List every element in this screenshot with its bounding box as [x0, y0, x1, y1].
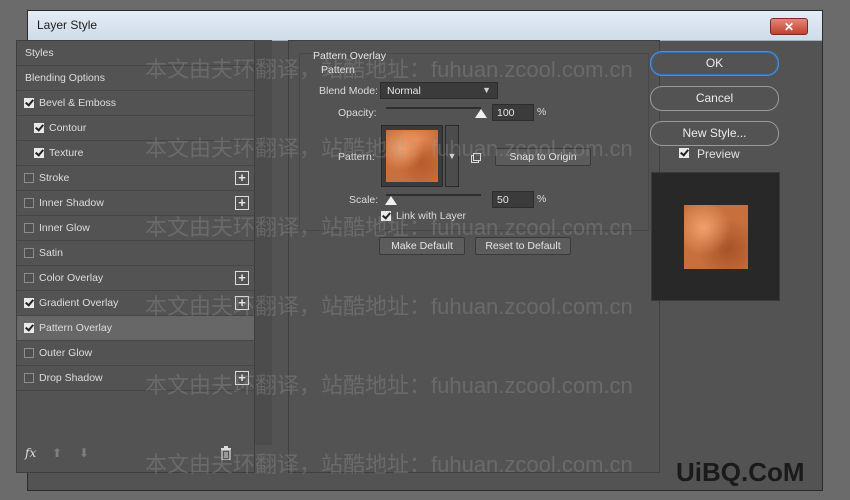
pattern-thumbnail	[386, 130, 438, 182]
preview-sample	[684, 205, 748, 269]
site-logo: UiBQ.CoM	[676, 457, 805, 487]
add-effect-icon[interactable]: +	[235, 171, 249, 185]
style-item[interactable]: Satin	[17, 241, 254, 266]
styles-scrollbar[interactable]	[255, 40, 272, 445]
scale-label: Scale:	[349, 194, 379, 206]
make-default-button[interactable]: Make Default	[379, 237, 465, 255]
style-item-label: Texture	[49, 147, 84, 159]
ok-button[interactable]: OK	[650, 51, 779, 76]
pattern-overlay-panel: Pattern Overlay Pattern Blend Mode: Norm…	[288, 40, 660, 473]
style-checkbox[interactable]	[24, 223, 34, 233]
style-item[interactable]: Contour	[17, 116, 254, 141]
style-item[interactable]: Bevel & Emboss	[17, 91, 254, 116]
style-item[interactable]: Inner Shadow +	[17, 191, 254, 216]
arrow-up-icon[interactable]: ⬆	[52, 446, 62, 460]
style-item-label: Blending Options	[25, 72, 105, 84]
style-item[interactable]: Pattern Overlay	[17, 316, 254, 341]
section-title: Pattern Overlay	[313, 50, 386, 62]
snap-to-origin-button[interactable]: Snap to Origin	[495, 148, 591, 166]
style-checkbox[interactable]	[34, 148, 44, 158]
new-preset-icon[interactable]	[471, 153, 481, 163]
preview-label: Preview	[697, 147, 740, 161]
scale-slider-thumb[interactable]	[384, 196, 397, 205]
style-checkbox[interactable]	[24, 98, 34, 108]
scale-percent: %	[537, 193, 547, 205]
scale-slider[interactable]	[386, 194, 481, 196]
style-checkbox[interactable]	[24, 348, 34, 358]
trash-icon[interactable]	[220, 446, 232, 460]
style-checkbox[interactable]	[24, 198, 34, 208]
style-item[interactable]: Gradient Overlay +	[17, 291, 254, 316]
style-item-label: Outer Glow	[39, 347, 93, 359]
link-with-layer-label: Link with Layer	[396, 210, 467, 222]
style-item-label: Styles	[25, 47, 54, 59]
blend-mode-select[interactable]: Normal ▼	[380, 82, 498, 99]
pattern-swatch[interactable]	[381, 125, 443, 187]
style-checkbox[interactable]	[24, 298, 34, 308]
style-checkbox[interactable]	[24, 248, 34, 258]
style-item[interactable]: Styles	[17, 41, 254, 66]
reset-to-default-button[interactable]: Reset to Default	[475, 237, 571, 255]
new-style-button[interactable]: New Style...	[650, 121, 779, 146]
style-item-label: Color Overlay	[39, 272, 104, 284]
styles-list-panel: Styles Blending Options Bevel & Emboss Cont…	[16, 40, 255, 473]
style-checkbox[interactable]	[24, 373, 34, 383]
preview-checkbox[interactable]	[679, 148, 689, 158]
style-item[interactable]: Inner Glow	[17, 216, 254, 241]
scale-input[interactable]: 50	[492, 191, 534, 208]
styles-list: Styles Blending Options Bevel & Emboss Cont…	[17, 41, 254, 391]
pattern-picker-chevron-icon[interactable]: ▼	[445, 125, 459, 187]
link-with-layer-checkbox[interactable]	[381, 211, 391, 221]
opacity-slider[interactable]	[386, 107, 481, 109]
chevron-down-icon: ▼	[482, 85, 491, 95]
opacity-percent: %	[537, 106, 547, 118]
add-effect-icon[interactable]: +	[235, 271, 249, 285]
style-item-label: Pattern Overlay	[39, 322, 112, 334]
style-item[interactable]: Stroke +	[17, 166, 254, 191]
style-item[interactable]: Drop Shadow +	[17, 366, 254, 391]
style-item-label: Satin	[39, 247, 63, 259]
dialog-title: Layer Style	[37, 18, 98, 32]
blend-mode-value: Normal	[387, 85, 421, 97]
style-checkbox[interactable]	[24, 273, 34, 283]
opacity-input[interactable]: 100	[492, 104, 534, 121]
style-checkbox[interactable]	[24, 173, 34, 183]
opacity-slider-thumb[interactable]	[475, 109, 487, 118]
blend-mode-label: Blend Mode:	[319, 85, 378, 97]
style-item-label: Inner Shadow	[39, 197, 104, 209]
section-subtitle: Pattern	[321, 64, 355, 76]
style-item-label: Stroke	[39, 172, 70, 184]
add-effect-icon[interactable]: +	[235, 296, 249, 310]
style-checkbox[interactable]	[24, 323, 34, 333]
style-item-label: Contour	[49, 122, 87, 134]
style-checkbox[interactable]	[34, 123, 44, 133]
fx-icon[interactable]: fx	[25, 446, 36, 460]
opacity-label: Opacity:	[338, 107, 377, 119]
style-item-label: Drop Shadow	[39, 372, 103, 384]
add-effect-icon[interactable]: +	[235, 371, 249, 385]
add-effect-icon[interactable]: +	[235, 196, 249, 210]
style-preview	[651, 172, 780, 301]
title-bar[interactable]: Layer Style ✕	[28, 11, 822, 41]
styles-bottom-bar: fx ⬆ ⬇	[17, 438, 254, 472]
style-item[interactable]: Blending Options	[17, 66, 254, 91]
cancel-button[interactable]: Cancel	[650, 86, 779, 111]
style-item-label: Inner Glow	[39, 222, 90, 234]
style-item-label: Bevel & Emboss	[39, 97, 117, 109]
arrow-down-icon[interactable]: ⬇	[79, 446, 89, 460]
style-item[interactable]: Outer Glow	[17, 341, 254, 366]
pattern-label: Pattern:	[338, 151, 375, 163]
close-button[interactable]: ✕	[770, 18, 808, 35]
style-item-label: Gradient Overlay	[39, 297, 119, 309]
style-item[interactable]: Texture	[17, 141, 254, 166]
style-item[interactable]: Color Overlay +	[17, 266, 254, 291]
